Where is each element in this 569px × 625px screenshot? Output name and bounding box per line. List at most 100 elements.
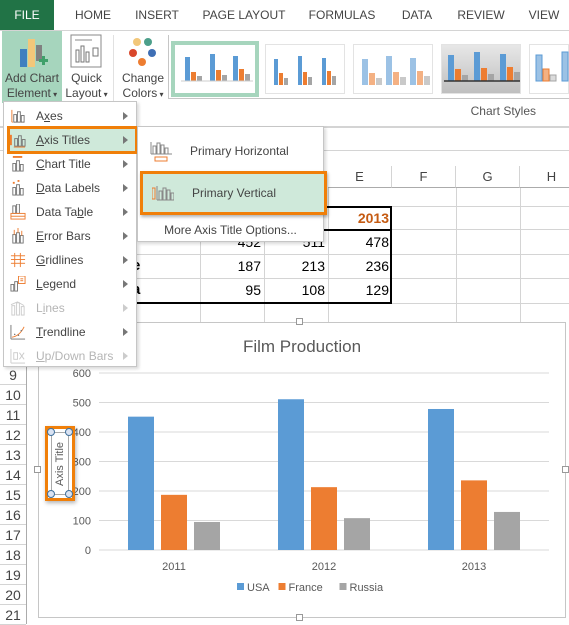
- submenu-arrow-icon: [123, 256, 128, 264]
- menu-item-error-bars[interactable]: Error Bars: [4, 224, 136, 248]
- chart-style-preview-icon: [274, 56, 336, 85]
- cell-header-2013[interactable]: 2013: [328, 207, 392, 229]
- row-header[interactable]: 12: [0, 425, 26, 445]
- data-labels-icon: [12, 180, 24, 196]
- resize-handle[interactable]: [562, 466, 569, 473]
- resize-handle[interactable]: [296, 614, 303, 621]
- chart-style-preview-icon: [181, 54, 253, 82]
- cell-france-2011[interactable]: 187: [200, 255, 264, 277]
- chart-style-5[interactable]: [529, 44, 569, 94]
- gridline: [456, 188, 457, 322]
- bar-russia-2011: [194, 521, 220, 550]
- tab-page-layout[interactable]: PAGE LAYOUT: [196, 0, 292, 30]
- y-tick-label: 600: [73, 368, 91, 380]
- menu-item-primary-horizontal[interactable]: Primary Horizontal: [138, 131, 323, 171]
- trendline-icon: [10, 324, 26, 340]
- row-header[interactable]: 18: [0, 545, 26, 565]
- row-header[interactable]: 9: [0, 365, 26, 385]
- lines-icon: [10, 301, 25, 316]
- cell-france-2012[interactable]: 213: [264, 255, 328, 277]
- row-header[interactable]: 11: [0, 405, 26, 425]
- vertical-axis-title[interactable]: Axis Title: [45, 426, 75, 501]
- row-header[interactable]: 21: [0, 605, 26, 625]
- primary-vertical-icon: [152, 186, 174, 201]
- legend-swatch-russia: [339, 583, 347, 590]
- axis-titles-icon: [10, 134, 26, 148]
- axis-title-text[interactable]: Axis Title: [54, 441, 66, 485]
- row-header[interactable]: 17: [0, 525, 26, 545]
- menu-item-data-labels[interactable]: Data Labels: [4, 176, 136, 200]
- cell-russia-label[interactable]: a: [132, 279, 192, 301]
- menu-item-data-table[interactable]: Data Table: [4, 200, 136, 224]
- row-header[interactable]: 14: [0, 465, 26, 485]
- quick-layout-button[interactable]: Quick Layout ▾: [63, 31, 110, 103]
- menu-item-axis-titles[interactable]: Axis Titles: [7, 126, 138, 154]
- chart-style-preview-icon: [535, 51, 569, 82]
- cell-france-label[interactable]: e: [132, 255, 192, 277]
- menu-item-chart-title[interactable]: Chart Title: [4, 152, 136, 176]
- legend-swatch-france: [278, 583, 286, 590]
- tab-insert[interactable]: INSERT: [128, 0, 186, 30]
- selection-handle[interactable]: [65, 490, 73, 498]
- row-header[interactable]: 19: [0, 565, 26, 585]
- legend-icon: [10, 276, 26, 292]
- cell-russia-2013[interactable]: 129: [328, 279, 392, 301]
- legend-label-usa: USA: [247, 582, 270, 594]
- add-chart-element-label-1: Add Chart: [4, 71, 60, 85]
- resize-handle[interactable]: [34, 466, 41, 473]
- menu-item-label: Error Bars: [36, 229, 91, 243]
- y-tick-label: 100: [73, 516, 91, 528]
- x-tick-label: 2013: [462, 561, 486, 573]
- primary-horizontal-icon: [150, 142, 172, 162]
- gridline: [520, 188, 521, 322]
- add-chart-element-button[interactable]: Add Chart Element ▾: [2, 31, 62, 103]
- selection-handle[interactable]: [65, 428, 73, 436]
- chart-style-1[interactable]: [171, 41, 259, 97]
- cell-russia-2012[interactable]: 108: [264, 279, 328, 301]
- row-header[interactable]: 10: [0, 385, 26, 405]
- cell-russia-2011[interactable]: 95: [200, 279, 264, 301]
- tab-data[interactable]: DATA: [392, 0, 442, 30]
- column-header-e[interactable]: E: [328, 166, 392, 188]
- menu-item-label: Axis Titles: [36, 133, 91, 147]
- menu-item-gridlines[interactable]: Gridlines: [4, 248, 136, 272]
- change-colors-button[interactable]: Change Colors ▾: [118, 31, 168, 103]
- legend-label-france: France: [289, 582, 323, 594]
- menu-item-axes[interactable]: Axes: [4, 104, 136, 128]
- dropdown-arrow-icon: ▾: [157, 90, 164, 99]
- selection-handle[interactable]: [47, 490, 55, 498]
- menu-item-label: Data Table: [36, 205, 94, 219]
- tab-formulas[interactable]: FORMULAS: [302, 0, 382, 30]
- bar-usa-2013: [428, 408, 454, 550]
- column-header-g[interactable]: G: [456, 166, 520, 188]
- row-header[interactable]: 13: [0, 445, 26, 465]
- menu-item-trendline[interactable]: Trendline: [4, 320, 136, 344]
- bar-russia-2012: [344, 518, 370, 550]
- column-header-h[interactable]: H: [520, 166, 569, 188]
- y-tick-label: 0: [85, 545, 91, 557]
- menu-item-more-axis-title-options[interactable]: More Axis Title Options...: [138, 218, 323, 242]
- row-header[interactable]: 15: [0, 485, 26, 505]
- up-down-bars-icon: [10, 348, 26, 364]
- selection-handle[interactable]: [47, 428, 55, 436]
- tab-view[interactable]: VIEW: [520, 0, 568, 30]
- data-table-icon: [10, 204, 26, 220]
- menu-item-legend[interactable]: Legend: [4, 272, 136, 296]
- menu-item-primary-vertical[interactable]: Primary Vertical: [140, 171, 327, 215]
- chart-style-3[interactable]: [353, 44, 433, 94]
- chart-style-4[interactable]: [441, 44, 521, 94]
- resize-handle[interactable]: [296, 318, 303, 325]
- column-header-f[interactable]: F: [392, 166, 456, 188]
- row-header[interactable]: 20: [0, 585, 26, 605]
- chart-style-preview-icon: [362, 56, 430, 85]
- tab-home[interactable]: HOME: [66, 0, 120, 30]
- chart-style-2[interactable]: [265, 44, 345, 94]
- tab-review[interactable]: REVIEW: [452, 0, 510, 30]
- cell-france-2013[interactable]: 236: [328, 255, 392, 277]
- primary-horizontal-label: Primary Horizontal: [190, 144, 289, 158]
- cell-usa-2013[interactable]: 478: [328, 231, 392, 253]
- row-header[interactable]: 16: [0, 505, 26, 525]
- quick-layout-label-1: Quick: [71, 71, 102, 85]
- dropdown-arrow-icon: ▾: [50, 90, 58, 99]
- tab-file[interactable]: FILE: [0, 0, 54, 30]
